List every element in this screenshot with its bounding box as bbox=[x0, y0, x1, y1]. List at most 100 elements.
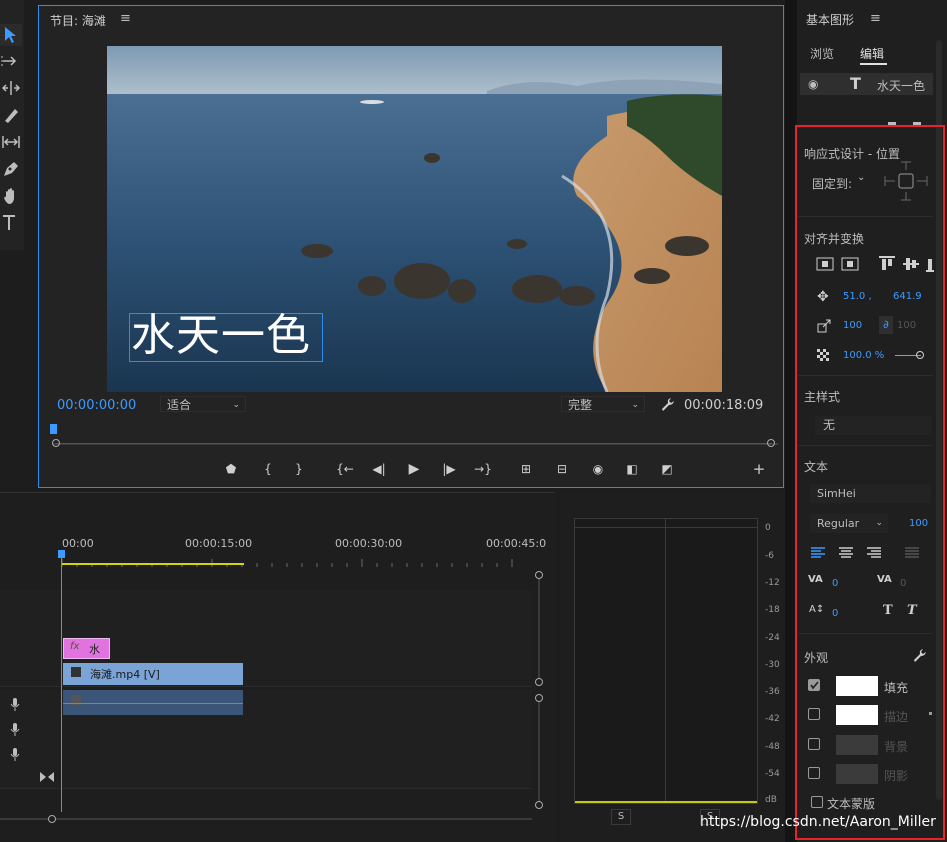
timeline-ruler-ticks[interactable] bbox=[61, 552, 532, 567]
link-icon[interactable]: ∂ bbox=[879, 316, 893, 334]
panel-title[interactable]: 基本图形 bbox=[806, 11, 854, 28]
background-checkbox[interactable] bbox=[808, 738, 820, 750]
add-marker-icon[interactable]: ⬟ bbox=[222, 461, 240, 477]
microphone-icon[interactable] bbox=[10, 697, 20, 716]
justify-text-icon[interactable] bbox=[904, 545, 920, 564]
hand-tool-icon[interactable] bbox=[0, 185, 22, 207]
eye-icon[interactable]: ◉ bbox=[808, 77, 818, 91]
align-center-vertical-icon[interactable] bbox=[816, 256, 834, 276]
razor-tool-icon[interactable] bbox=[0, 104, 22, 126]
opacity-slider-handle[interactable] bbox=[916, 351, 924, 359]
playhead-marker[interactable] bbox=[50, 424, 57, 434]
slip-tool-icon[interactable] bbox=[0, 131, 22, 153]
video-clip[interactable]: 海滩.mp4 [V] bbox=[63, 663, 243, 685]
graphic-clip[interactable]: fx 水 bbox=[63, 638, 110, 659]
background-color-swatch[interactable] bbox=[836, 735, 878, 755]
zoom-bar[interactable] bbox=[56, 443, 772, 444]
scroll-handle[interactable] bbox=[535, 678, 543, 686]
position-x-value[interactable]: 51.0 , bbox=[843, 291, 872, 302]
v-scrollbar[interactable] bbox=[538, 579, 540, 678]
position-y-value[interactable]: 641.9 bbox=[893, 291, 922, 302]
zoom-handle-left[interactable] bbox=[52, 439, 60, 447]
overlay-text[interactable]: 水天一色 bbox=[131, 310, 311, 362]
mark-out-icon[interactable]: } bbox=[290, 461, 308, 477]
export-frame-icon[interactable]: ◉ bbox=[589, 461, 607, 477]
step-back-icon[interactable]: ◀| bbox=[370, 461, 388, 477]
wrench-icon[interactable] bbox=[659, 396, 675, 416]
align-center-horizontal-icon[interactable] bbox=[841, 256, 859, 276]
extract-icon[interactable]: ⊟ bbox=[553, 461, 571, 477]
mark-in-icon[interactable]: { bbox=[259, 461, 277, 477]
font-style-dropdown[interactable]: Regular ⌄ bbox=[810, 514, 888, 533]
font-size-value[interactable]: 100 bbox=[909, 518, 928, 529]
panel-scrollbar[interactable] bbox=[936, 40, 942, 800]
timeline-playhead-head[interactable] bbox=[58, 550, 65, 558]
wrench-icon[interactable] bbox=[911, 647, 927, 667]
align-bottom-icon[interactable] bbox=[926, 256, 934, 276]
v-scrollbar[interactable] bbox=[538, 702, 540, 801]
toggle-proxies-icon[interactable]: ◩ bbox=[658, 461, 676, 477]
faux-italic-icon[interactable]: T bbox=[907, 603, 917, 618]
pin-position-widget[interactable] bbox=[881, 160, 931, 204]
delete-layer-icon[interactable] bbox=[913, 122, 921, 127]
go-to-in-icon[interactable]: {← bbox=[336, 461, 354, 477]
play-icon[interactable]: ▶ bbox=[405, 461, 423, 477]
scroll-handle[interactable] bbox=[535, 801, 543, 809]
kerning-value[interactable]: 0 bbox=[832, 578, 838, 589]
shadow-checkbox[interactable] bbox=[808, 767, 820, 779]
microphone-icon[interactable] bbox=[10, 722, 20, 741]
stroke-checkbox[interactable] bbox=[808, 708, 820, 720]
timeline-playhead[interactable] bbox=[61, 552, 62, 812]
go-to-out-icon[interactable]: →} bbox=[474, 461, 492, 477]
type-tool-icon[interactable] bbox=[0, 212, 22, 234]
font-family-dropdown[interactable]: SimHei bbox=[810, 484, 931, 503]
h-scrollbar[interactable] bbox=[0, 818, 532, 820]
current-timecode[interactable]: 00:00:00:00 bbox=[57, 398, 136, 413]
text-mask-checkbox[interactable] bbox=[811, 796, 823, 808]
pen-tool-icon[interactable] bbox=[0, 158, 22, 180]
fill-color-swatch[interactable] bbox=[836, 676, 878, 696]
master-track-icon[interactable] bbox=[40, 768, 54, 787]
faux-bold-icon[interactable]: T bbox=[883, 603, 893, 618]
tab-edit[interactable]: 编辑 bbox=[860, 45, 884, 62]
track-master[interactable] bbox=[0, 764, 532, 789]
chevron-down-icon[interactable]: ⌄ bbox=[857, 172, 869, 188]
track-a2[interactable] bbox=[0, 716, 532, 741]
track-v2[interactable] bbox=[0, 614, 532, 639]
lift-icon[interactable]: ⊞ bbox=[517, 461, 535, 477]
baseline-shift-value[interactable]: 0 bbox=[832, 608, 838, 619]
shadow-color-swatch[interactable] bbox=[836, 764, 878, 784]
audio-clip[interactable] bbox=[63, 690, 243, 715]
h-scroll-handle[interactable] bbox=[48, 815, 56, 823]
track-a3[interactable] bbox=[0, 740, 532, 765]
scroll-handle[interactable] bbox=[535, 571, 543, 579]
align-left-text-icon[interactable] bbox=[810, 545, 826, 564]
fit-dropdown[interactable]: 适合 ⌄ bbox=[160, 396, 246, 412]
opacity-value[interactable]: 100.0 % bbox=[843, 350, 884, 361]
ripple-edit-tool-icon[interactable] bbox=[0, 77, 22, 99]
add-button-icon[interactable]: + bbox=[750, 461, 768, 477]
align-middle-icon[interactable] bbox=[902, 256, 920, 276]
align-center-text-icon[interactable] bbox=[838, 545, 854, 564]
step-forward-icon[interactable]: |▶ bbox=[440, 461, 458, 477]
time-ruler[interactable] bbox=[52, 430, 778, 445]
scroll-handle[interactable] bbox=[535, 694, 543, 702]
comparison-view-icon[interactable]: ◧ bbox=[623, 461, 641, 477]
quality-dropdown[interactable]: 完整 ⌄ bbox=[561, 396, 645, 412]
align-right-text-icon[interactable] bbox=[866, 545, 882, 564]
tab-browse[interactable]: 浏览 bbox=[810, 45, 834, 62]
new-layer-icon[interactable] bbox=[888, 122, 896, 127]
zoom-handle-right[interactable] bbox=[767, 439, 775, 447]
align-top-icon[interactable] bbox=[878, 256, 896, 276]
fill-checkbox[interactable] bbox=[808, 679, 820, 691]
solo-left-button[interactable]: S bbox=[611, 809, 631, 825]
monitor-menu-icon[interactable]: ≡ bbox=[120, 11, 131, 26]
work-area-bar[interactable] bbox=[62, 563, 244, 565]
monitor-title[interactable]: 节目: 海滩 bbox=[50, 12, 106, 29]
master-style-dropdown[interactable]: 无 bbox=[815, 416, 932, 435]
microphone-icon[interactable] bbox=[10, 747, 20, 766]
track-select-tool-icon[interactable] bbox=[0, 50, 22, 72]
stroke-color-swatch[interactable] bbox=[836, 705, 878, 725]
layer-name[interactable]: 水天一色 bbox=[877, 77, 925, 94]
layer-row[interactable]: ◉ T 水天一色 bbox=[800, 73, 933, 95]
